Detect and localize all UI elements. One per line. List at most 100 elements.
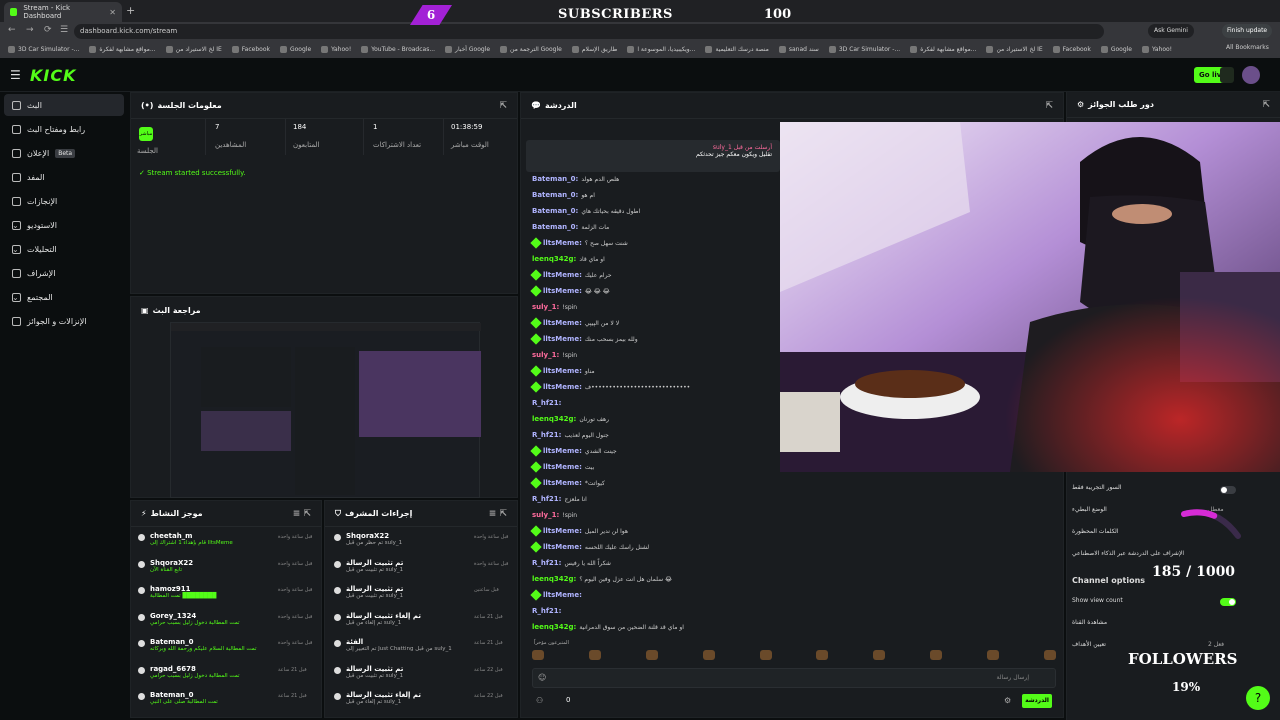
chat-message[interactable]: lltsMeme: (530, 588, 585, 602)
emote-icon[interactable] (987, 650, 999, 660)
sidebar-item-drops[interactable]: الإنزالات و الجوائز (4, 310, 124, 332)
forward-icon[interactable]: → (26, 25, 34, 35)
chat-message[interactable]: suly_1: !spin (532, 300, 577, 314)
bookmark-item[interactable]: Google (1100, 46, 1132, 53)
url-input[interactable]: dashboard.kick.com/stream (74, 24, 1104, 39)
chat-message[interactable]: lltsMeme: مناو (530, 364, 595, 378)
chat-message[interactable]: lltsMeme: لشنل راسك عليك اللحسه (530, 540, 649, 554)
browser-tab[interactable]: Stream - Kick Dashboard ✕ (4, 2, 122, 22)
chat-message[interactable]: lltsMeme: حرام عليك (530, 268, 612, 282)
feed-row[interactable]: تم تثبيت الرسالة تم تثبيت من قبل suly_1 قب… (334, 559, 514, 585)
back-icon[interactable]: ← (8, 25, 16, 35)
chat-username[interactable]: lltsMeme: (543, 527, 582, 535)
chat-message[interactable]: lltsMeme: 😂 😂 😂 (530, 284, 610, 298)
channel-option[interactable]: Show view count (1072, 597, 1123, 604)
chat-message[interactable]: lltsMeme: جينت الشدي (530, 444, 617, 458)
reload-icon[interactable]: ⟳ (44, 25, 52, 35)
chat-username[interactable]: lltsMeme: (543, 383, 582, 391)
chat-username[interactable]: lltsMeme: (543, 463, 582, 471)
emote-icon[interactable] (588, 650, 601, 660)
sidebar-item-ads[interactable]: Beta الإعلان (4, 142, 124, 164)
channel-option[interactable]: الكلمات المحظورة (1072, 528, 1119, 535)
chat-message[interactable]: Bateman_0: اطول دقيقه بحياتك هاي (532, 204, 640, 218)
avatar[interactable] (1242, 66, 1260, 84)
sidebar-item-vault[interactable]: المفد (4, 166, 124, 188)
channel-option[interactable]: الإشراف على الدردشة عبر الذكاء الاصطناعي (1072, 550, 1184, 557)
bookmark-item[interactable]: منصة درسك التعليمية (705, 46, 769, 53)
pinned-message[interactable]: suly_1 أرسلت من قبل تقليل ويكون معكم جيز… (526, 140, 780, 172)
sidebar-item-analytics[interactable]: ⌄ التحليلات (4, 238, 124, 260)
emote-icon[interactable] (1043, 650, 1056, 660)
send-chat-button[interactable]: الدردشة (1022, 694, 1052, 708)
chat-message[interactable]: lltsMeme: ف•••••••••••••••••••••••••••• (530, 380, 690, 394)
chat-username[interactable]: R_hf21: (532, 607, 561, 615)
sidebar-item-moderation[interactable]: الإشراف (4, 262, 124, 284)
kick-logo[interactable]: KICK (30, 66, 77, 85)
chat-username[interactable]: leenq342g: (532, 255, 576, 263)
filter-icon[interactable]: ≡ ⇱ (489, 509, 507, 519)
chat-message[interactable]: leenq342g: رهف تورنان (532, 412, 609, 426)
channel-option[interactable]: مشاهدة القناة (1072, 619, 1107, 626)
sidebar-item-achievements[interactable]: الإنجازات (4, 190, 124, 212)
feed-row[interactable]: Gorey_1324 تمت المطالبة دخول زليل بسبب حر… (138, 612, 318, 638)
chat-message[interactable]: suly_1: !spin (532, 348, 577, 362)
bookmark-item[interactable]: 3D Car Simulator -... (828, 46, 900, 53)
chat-username[interactable]: leenq342g: (532, 415, 576, 423)
chat-message[interactable]: lltsMeme: لا لا من الپيپي (530, 316, 619, 330)
feed-row[interactable]: Bateman_0 تمت المطالبة السلام عليكم ورحمة… (138, 638, 318, 664)
close-tab-icon[interactable]: ✕ (109, 8, 116, 17)
emote-icon[interactable] (759, 650, 772, 660)
help-icon[interactable]: ? (1246, 686, 1270, 710)
chat-username[interactable]: Bateman_0: (532, 207, 578, 215)
filter-icon[interactable]: ≡ ⇱ (293, 509, 311, 519)
feed-row[interactable]: ShqoraX22 تم حظر من قبل suly_1 قبل ساعة وا… (334, 532, 514, 558)
feed-row[interactable]: cheetah_m قام بإهداء 1 اشتراك إلى lltsMem… (138, 532, 318, 558)
chat-message[interactable]: suly_1: !spin (532, 508, 577, 522)
chat-username[interactable]: R_hf21: (532, 495, 561, 503)
feed-row[interactable]: الفئة تم التغيير إلى Just Chatting من قبل… (334, 638, 514, 664)
chat-username[interactable]: lltsMeme: (543, 287, 582, 295)
emote-icon[interactable] (702, 650, 715, 660)
chat-username[interactable]: Bateman_0: (532, 175, 578, 183)
chat-username[interactable]: lltsMeme: (543, 319, 582, 327)
chat-username[interactable]: R_hf21: (532, 431, 561, 439)
feed-row[interactable]: تم تثبيت الرسالة تم تثبيت من قبل suly_1 قب… (334, 585, 514, 611)
chat-username[interactable]: lltsMeme: (543, 543, 582, 551)
feed-row[interactable]: تم تثبيت الرسالة تم تثبيت من قبل suly_1 قب… (334, 665, 514, 691)
sidebar-item-community[interactable]: ⌄ المجتمع (4, 286, 124, 308)
channel-option[interactable]: الوضع البطيء معطل (1072, 506, 1224, 513)
chat-message[interactable]: lltsMeme: شنت سهل صح ؟ (530, 236, 628, 250)
emote-icon[interactable] (930, 650, 943, 660)
chat-username[interactable]: lltsMeme: (543, 447, 582, 455)
bookmark-item[interactable]: Google (279, 46, 311, 53)
feed-row[interactable]: تم إلغاء تثبيت الرسالة تم إلغاء من قبل su… (334, 691, 514, 717)
bookmark-item[interactable]: مواقع مشابهة لفكرة... (910, 46, 976, 53)
all-bookmarks-button[interactable]: All Bookmarks (1226, 44, 1269, 51)
toggle-switch[interactable] (1220, 598, 1236, 606)
chat-message[interactable]: lltsMeme: بيت (530, 460, 594, 474)
chat-message[interactable]: R_hf21: جنول اليوم لعذيب (532, 428, 609, 442)
bookmark-item[interactable]: Facebook (231, 46, 270, 53)
camera-icon[interactable] (1220, 67, 1234, 83)
new-tab-icon[interactable]: + (126, 4, 135, 17)
chat-username[interactable]: leenq342g: (532, 575, 576, 583)
chat-message[interactable]: R_hf21: (532, 396, 564, 410)
chat-username[interactable]: Bateman_0: (532, 191, 578, 199)
chat-username[interactable]: suly_1: (532, 351, 559, 359)
channel-option[interactable]: تعيين الأهداف فعل 2 (1072, 641, 1224, 648)
site-info-icon[interactable]: ☰ (60, 25, 68, 35)
feed-row[interactable]: hamoz911 تمت المطالبة ████████ قبل ساعة وا… (138, 585, 318, 611)
emote-icon[interactable] (816, 650, 829, 660)
toggle-switch[interactable] (1220, 486, 1236, 494)
popout-icon[interactable]: ⇱ (499, 101, 507, 111)
sidebar-item-stream[interactable]: البث (4, 94, 124, 116)
bookmark-item[interactable]: الترجمة من Google (500, 46, 562, 53)
bookmark-item[interactable]: مواقع مشابهة لفكرة... (89, 46, 156, 53)
emote-icon[interactable] (645, 650, 658, 660)
chat-message[interactable]: lltsMeme: ولله بيمز بسحب منك (530, 332, 638, 346)
chat-username[interactable]: suly_1: (532, 303, 559, 311)
users-icon[interactable]: ⚇ (536, 696, 543, 705)
chat-username[interactable]: R_hf21: (532, 559, 561, 567)
bookmark-item[interactable]: أخبار Google (445, 46, 490, 53)
emote-icon[interactable] (532, 650, 544, 660)
